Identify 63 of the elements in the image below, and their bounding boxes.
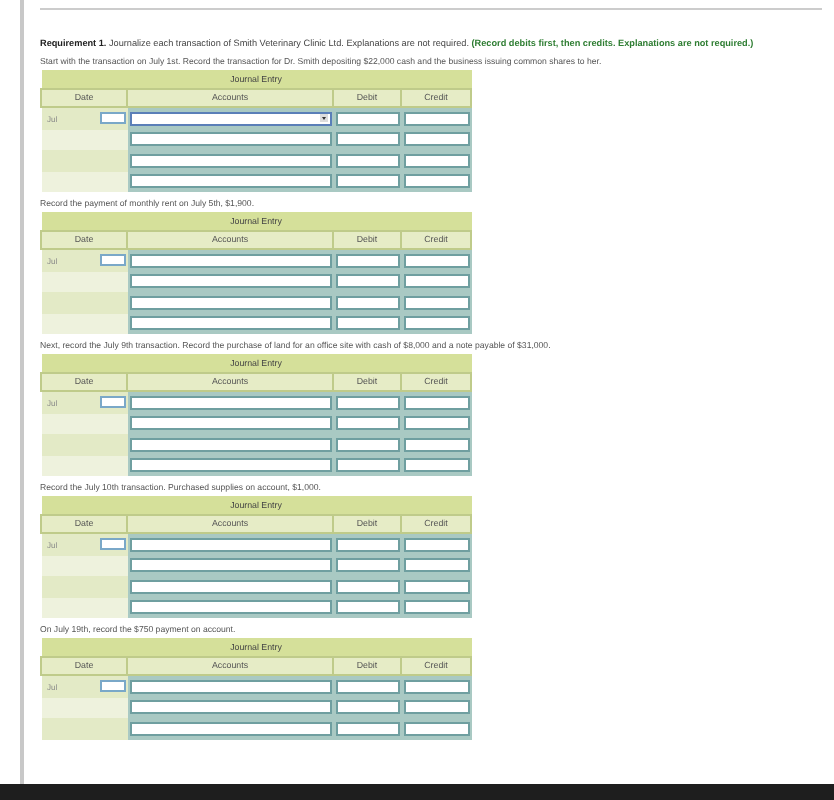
- account-input[interactable]: [129, 679, 331, 694]
- credit-input[interactable]: [403, 132, 469, 147]
- day-input[interactable]: [99, 112, 125, 125]
- debit-input[interactable]: [335, 274, 399, 289]
- credit-input[interactable]: [403, 316, 469, 331]
- credit-input[interactable]: [403, 416, 469, 431]
- debit-input[interactable]: [335, 153, 399, 168]
- day-input[interactable]: [99, 680, 125, 693]
- credit-input[interactable]: [403, 437, 469, 452]
- debit-input[interactable]: [335, 295, 399, 310]
- account-input[interactable]: [129, 579, 331, 594]
- credit-input[interactable]: [403, 253, 469, 268]
- account-input[interactable]: [129, 153, 331, 168]
- credit-input[interactable]: [403, 153, 469, 168]
- debit-input[interactable]: [335, 132, 399, 147]
- credit-input[interactable]: [403, 295, 469, 310]
- credit-input[interactable]: [403, 395, 469, 410]
- account-input[interactable]: [129, 600, 331, 615]
- account-input[interactable]: [129, 721, 331, 736]
- account-input[interactable]: [129, 700, 331, 715]
- credit-input[interactable]: [403, 458, 469, 473]
- account-input[interactable]: [129, 316, 331, 331]
- debit-input[interactable]: [335, 316, 399, 331]
- day-input[interactable]: [99, 538, 125, 551]
- account-dropdown[interactable]: [129, 111, 331, 126]
- debit-input[interactable]: [335, 721, 399, 736]
- debit-input[interactable]: [335, 395, 399, 410]
- account-input[interactable]: [129, 558, 331, 573]
- debit-input[interactable]: [335, 679, 399, 694]
- account-input[interactable]: [129, 295, 331, 310]
- credit-input[interactable]: [403, 537, 469, 552]
- account-input[interactable]: [129, 458, 331, 473]
- account-input[interactable]: [129, 395, 331, 410]
- debit-input[interactable]: [335, 458, 399, 473]
- debit-input[interactable]: [335, 437, 399, 452]
- debit-input[interactable]: [335, 700, 399, 715]
- credit-input[interactable]: [403, 721, 469, 736]
- day-input[interactable]: [99, 254, 125, 267]
- account-input[interactable]: [129, 274, 331, 289]
- debit-input[interactable]: [335, 111, 399, 126]
- credit-input[interactable]: [403, 274, 469, 289]
- credit-input[interactable]: [403, 679, 469, 694]
- debit-input[interactable]: [335, 174, 399, 189]
- debit-input[interactable]: [335, 579, 399, 594]
- account-input[interactable]: [129, 416, 331, 431]
- day-input[interactable]: [99, 396, 125, 409]
- account-input[interactable]: [129, 132, 331, 147]
- credit-input[interactable]: [403, 700, 469, 715]
- debit-input[interactable]: [335, 537, 399, 552]
- account-input[interactable]: [129, 253, 331, 268]
- debit-input[interactable]: [335, 600, 399, 615]
- credit-input[interactable]: [403, 174, 469, 189]
- account-input[interactable]: [129, 537, 331, 552]
- account-input[interactable]: [129, 437, 331, 452]
- credit-input[interactable]: [403, 111, 469, 126]
- credit-input[interactable]: [403, 579, 469, 594]
- credit-input[interactable]: [403, 558, 469, 573]
- debit-input[interactable]: [335, 253, 399, 268]
- debit-input[interactable]: [335, 558, 399, 573]
- dropdown-icon: [319, 114, 327, 123]
- credit-input[interactable]: [403, 600, 469, 615]
- debit-input[interactable]: [335, 416, 399, 431]
- account-input[interactable]: [129, 174, 331, 189]
